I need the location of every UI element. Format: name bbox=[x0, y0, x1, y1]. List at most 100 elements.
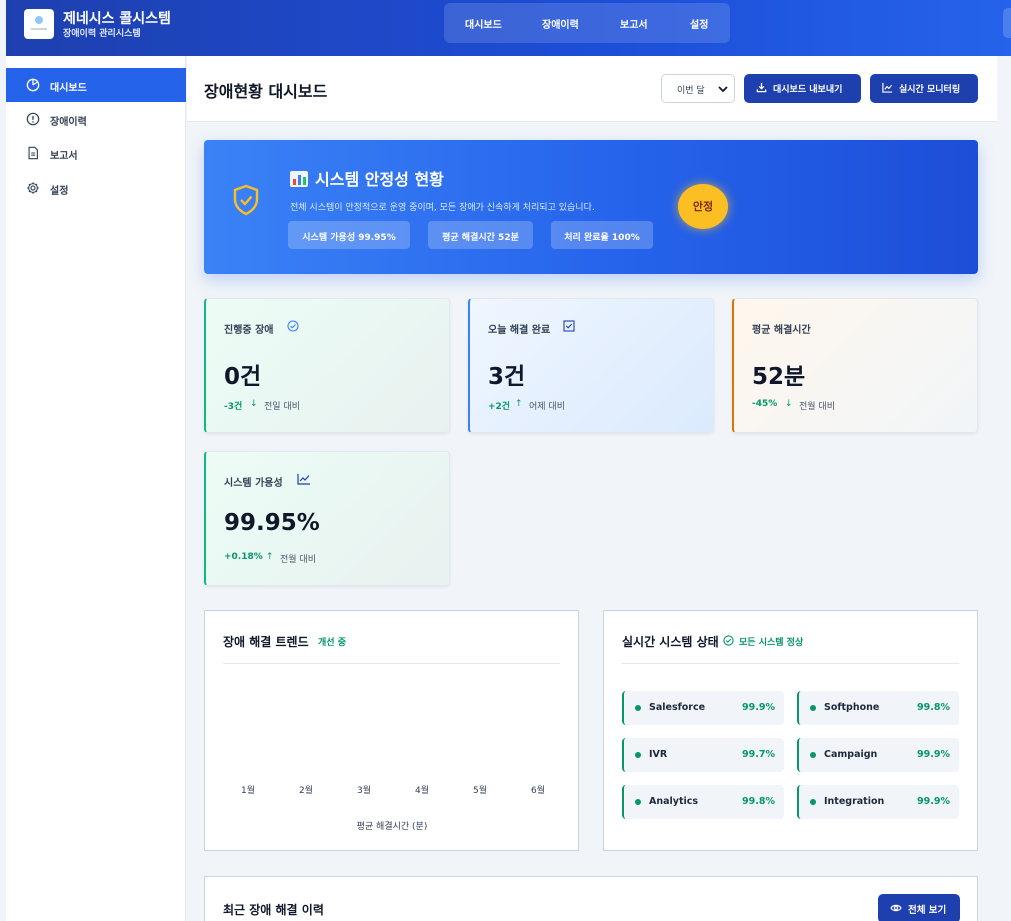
sidebar-item-reports[interactable]: 보고서 bbox=[6, 136, 186, 170]
service-name: IVR bbox=[649, 749, 668, 760]
status-dot bbox=[810, 799, 816, 805]
document-icon bbox=[28, 146, 38, 160]
kpi-delta: -3건 bbox=[224, 402, 243, 412]
check-square-icon bbox=[563, 320, 575, 332]
stability-banner: 시스템 안정성 현황 전체 시스템이 안정적으로 운영 중이며, 모든 장애가 … bbox=[204, 140, 978, 274]
alert-circle-icon bbox=[26, 112, 40, 126]
system-status-panel: 실시간 시스템 상태 모든 시스템 정상 Salesforce 99.9% So… bbox=[603, 610, 978, 851]
status-dot bbox=[810, 705, 816, 711]
sidebar-item-dashboard[interactable]: 대시보드 bbox=[6, 68, 186, 102]
service-uptime: 99.9% bbox=[917, 796, 950, 807]
sidebar-item-label: 보고서 bbox=[50, 151, 78, 162]
logo-wordmark bbox=[31, 28, 47, 30]
dashboard-gauge-icon bbox=[26, 78, 40, 92]
kpi-card-active-incidents: 진행중 장애 0건 -3건 ↓ 전일 대비 bbox=[204, 298, 450, 433]
app-logo[interactable] bbox=[24, 9, 54, 39]
resolution-time-chip: 평균 해결시간 52분 bbox=[428, 221, 533, 249]
month-tick-label: 3월 bbox=[357, 786, 372, 796]
completion-rate-chip: 처리 완료율 100% bbox=[551, 221, 653, 249]
service-uptime: 99.9% bbox=[742, 702, 775, 713]
month-tick-label: 2월 bbox=[299, 786, 314, 796]
bar-chart-icon bbox=[290, 171, 308, 187]
app-title: 제네시스 콜시스템 bbox=[63, 11, 171, 27]
trend-up-icon bbox=[297, 474, 310, 485]
kpi-label: 오늘 해결 완료 bbox=[488, 325, 551, 336]
download-icon bbox=[756, 82, 767, 93]
kpi-label: 진행중 장애 bbox=[224, 325, 274, 336]
sidebar-item-history[interactable]: 장애이력 bbox=[6, 102, 186, 136]
kpi-comparison: 어제 대비 bbox=[529, 402, 565, 412]
trend-status-tag: 개선 중 bbox=[318, 638, 346, 648]
sidebar-item-label: 대시보드 bbox=[50, 83, 87, 94]
kpi-delta: +2건 bbox=[488, 402, 511, 412]
service-name: Integration bbox=[824, 796, 885, 807]
page-title: 장애현황 대시보드 bbox=[204, 82, 328, 101]
user-menu-button[interactable] bbox=[1003, 8, 1011, 38]
export-dashboard-label: 대시보드 내보내기 bbox=[773, 85, 843, 95]
status-summary-tag: 모든 시스템 정상 bbox=[739, 638, 804, 648]
service-name: Campaign bbox=[824, 749, 878, 760]
view-all-label: 전체 보기 bbox=[908, 905, 947, 916]
kpi-value: 3건 bbox=[488, 364, 526, 390]
service-name: Softphone bbox=[824, 702, 880, 713]
service-status-item: Campaign 99.9% bbox=[797, 738, 959, 772]
trend-title: 장애 해결 트렌드 bbox=[223, 635, 309, 649]
sidebar-item-label: 장애이력 bbox=[50, 117, 87, 128]
divider bbox=[223, 663, 560, 664]
kpi-value: 52분 bbox=[752, 364, 806, 390]
topnav-item-history[interactable]: 장애이력 bbox=[542, 16, 579, 31]
service-name: Analytics bbox=[649, 796, 699, 807]
shield-check-icon bbox=[233, 184, 259, 216]
check-circle-icon bbox=[723, 635, 734, 646]
history-title: 최근 장애 해결 이력 bbox=[223, 903, 324, 917]
kpi-delta: -45% bbox=[752, 399, 778, 409]
topnav-item-reports[interactable]: 보고서 bbox=[620, 16, 648, 31]
chip-label: 시스템 가용성 99.95% bbox=[302, 233, 396, 243]
service-uptime: 99.8% bbox=[742, 796, 775, 807]
main-header: 장애현황 대시보드 이번 달 대시보드 내보내기 실시간 모니터링 bbox=[187, 56, 997, 122]
sidebar: 대시보드 장애이력 보고서 설정 bbox=[6, 56, 186, 921]
sidebar-item-settings[interactable]: 설정 bbox=[6, 171, 186, 205]
divider bbox=[622, 663, 959, 664]
trend-axis-label: 평균 해결시간 (분) bbox=[356, 822, 428, 832]
month-tick-label: 6월 bbox=[531, 786, 546, 796]
period-select[interactable]: 이번 달 bbox=[661, 74, 735, 103]
app-subtitle: 장애이력 관리시스템 bbox=[63, 29, 141, 39]
status-dot bbox=[635, 752, 641, 758]
kpi-comparison: 전월 대비 bbox=[280, 555, 316, 565]
topnav-item-settings[interactable]: 설정 bbox=[690, 16, 708, 31]
service-status-item: Salesforce 99.9% bbox=[622, 691, 784, 725]
line-chart-icon bbox=[882, 82, 893, 93]
stability-status-badge: 안정 bbox=[678, 184, 728, 229]
kpi-card-availability: 시스템 가용성 99.95% +0.18% ↑ 전월 대비 bbox=[204, 451, 450, 586]
service-name: Salesforce bbox=[649, 702, 706, 713]
eye-icon bbox=[890, 904, 902, 912]
view-all-button[interactable]: 전체 보기 bbox=[878, 894, 960, 921]
service-uptime: 99.8% bbox=[917, 702, 950, 713]
logo-mark bbox=[35, 16, 43, 24]
arrow-down-icon: ↓ bbox=[250, 399, 258, 409]
service-uptime: 99.7% bbox=[742, 749, 775, 760]
kpi-comparison: 전월 대비 bbox=[799, 402, 835, 412]
arrow-down-icon: ↓ bbox=[785, 399, 793, 409]
recent-history-panel: 최근 장애 해결 이력 전체 보기 bbox=[204, 876, 978, 921]
service-status-item: Integration 99.9% bbox=[797, 785, 959, 819]
month-tick-label: 4월 bbox=[415, 786, 430, 796]
chip-label: 평균 해결시간 52분 bbox=[442, 233, 519, 243]
top-nav: 대시보드 장애이력 보고서 설정 bbox=[444, 3, 730, 43]
gear-icon bbox=[27, 182, 39, 194]
kpi-label: 시스템 가용성 bbox=[224, 478, 283, 489]
arrow-up-icon: ↑ bbox=[515, 399, 523, 409]
export-dashboard-button[interactable]: 대시보드 내보내기 bbox=[744, 74, 861, 103]
status-dot bbox=[635, 705, 641, 711]
month-tick-label: 5월 bbox=[473, 786, 488, 796]
realtime-monitor-button[interactable]: 실시간 모니터링 bbox=[870, 74, 978, 103]
chevron-down-icon bbox=[718, 86, 728, 93]
status-title: 실시간 시스템 상태 bbox=[622, 635, 719, 649]
banner-description: 전체 시스템이 안정적으로 운영 중이며, 모든 장애가 신속하게 처리되고 있… bbox=[290, 203, 595, 213]
top-header: 제네시스 콜시스템 장애이력 관리시스템 대시보드 장애이력 보고서 설정 bbox=[6, 0, 1011, 56]
service-status-item: Softphone 99.8% bbox=[797, 691, 959, 725]
service-status-item: IVR 99.7% bbox=[622, 738, 784, 772]
availability-chip: 시스템 가용성 99.95% bbox=[288, 221, 410, 249]
topnav-item-dashboard[interactable]: 대시보드 bbox=[465, 16, 502, 31]
